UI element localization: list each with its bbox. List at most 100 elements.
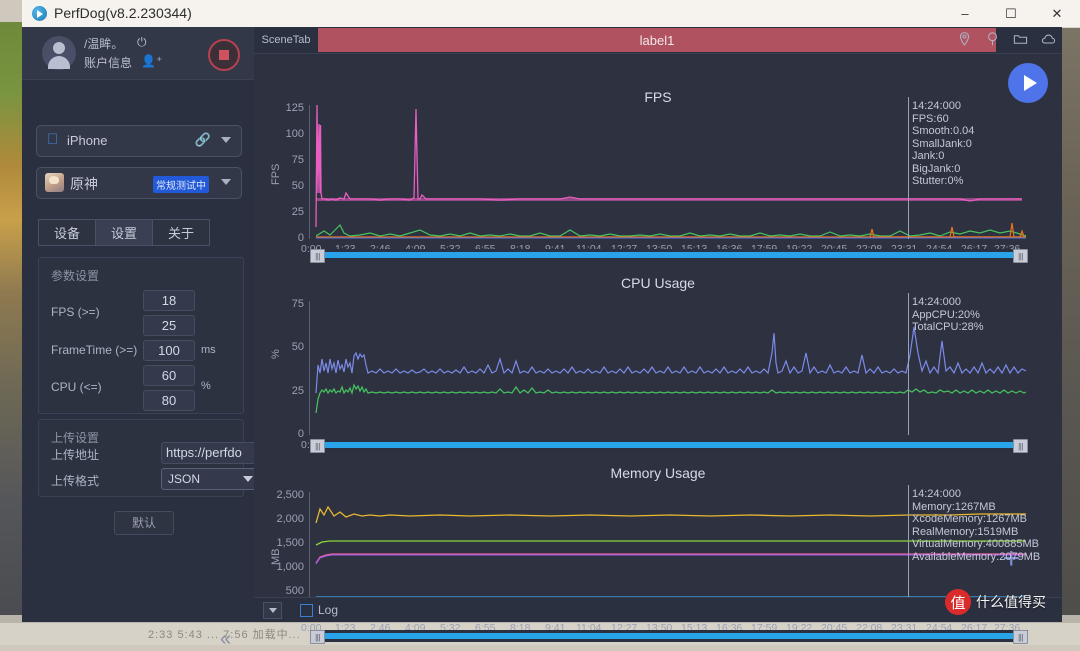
maximize-button[interactable]: ☐ [988,0,1034,27]
memory-annot-l-5: AvailableMemory:2079MB [912,550,1041,563]
main-panel: SceneTab label1 + FPS FPS 125 100 75 50 [254,27,1062,644]
memory-annot-l-1: Memory:1267MB [912,500,996,513]
fps-annot-l-0: 14:24:000 [912,100,961,112]
tab-settings[interactable]: 设置 [95,219,152,246]
cloud-icon[interactable] [1041,31,1056,47]
upload-panel-title: 上传设置 [51,431,100,445]
memory-annot-l-0: 14:24:000 [912,488,961,500]
upload-format-label: 上传格式 [51,474,100,488]
upload-format-value: JSON [168,472,201,486]
memory-ytick-2500: 2,500 [276,489,304,501]
fps-annot-l-5: BigJank:0 [912,162,961,175]
fps-threshold-label: FPS (>=) [51,305,100,319]
chevron-down-icon[interactable] [221,137,231,143]
memory-scroll-handle-left[interactable]: ||| [310,630,325,644]
chevron-down-icon[interactable] [221,179,231,185]
fps-ytick-50: 50 [291,180,304,192]
marker-icon[interactable] [985,31,1000,47]
cpu-cursor-left[interactable] [908,293,909,435]
memory-annot-l-3: RealMemory:1519MB [912,525,1019,538]
account-bar: /温眸。 ⏻ 账户信息 👤⁺ [22,27,254,80]
cpu-annot-l-0: 14:24:000 [912,296,961,308]
fps-ytick-25: 25 [291,206,304,218]
frametime-unit: ms [201,344,216,356]
title-bar: PerfDog(v8.2.230344) – ☐ ✕ [22,0,1080,28]
tab-about[interactable]: 关于 [152,219,210,246]
memory-chart: Memory Usage MB 2,500 2,000 1,500 1,000 … [254,437,1062,634]
avatar[interactable] [42,36,76,70]
log-checkbox[interactable] [300,604,313,617]
memory-ytick-1000: 1,000 [276,561,304,573]
label-tab[interactable]: label1 [318,28,996,52]
chevron-down-icon [243,476,253,482]
memory-scroll-track[interactable] [323,633,1015,639]
fps-annot-l-2: Smooth:0.04 [912,125,975,137]
app-selector[interactable]: 原神 常规测试中 [36,167,242,199]
upload-format-select[interactable]: JSON [161,468,261,490]
fps-ytick-125: 125 [285,102,304,114]
sidebar-tabs: 设备 设置 关于 [38,219,210,246]
fps-annot-l-1: FPS:60 [912,112,949,125]
account-info-label[interactable]: 账户信息 [84,54,132,71]
cpu-chart: CPU Usage % 75 50 25 0 14:24:000 AppCPU:… [254,249,1062,451]
fps-threshold-input-2[interactable]: 25 [143,315,195,336]
fps-annot-l-3: SmallJank:0 [912,137,972,150]
memory-scrollbar[interactable]: ||| ||| [310,630,1028,644]
power-icon[interactable]: ⏻ [137,35,147,50]
cpu-threshold-input-2[interactable]: 80 [143,390,195,411]
fps-cursor-left[interactable] [908,97,909,239]
cpu-ytick-50: 50 [291,341,304,353]
memory-annotation-left: 14:24:000 Memory:1267MB XcodeMemory:1267… [912,488,1040,563]
param-panel: 参数设置 FPS (>=) 18 25 FrameTime (>=) 100 m… [38,257,244,414]
account-name: /温眸。 [84,35,123,52]
cpu-threshold-input-1[interactable]: 60 [143,365,195,386]
fps-threshold-input-1[interactable]: 18 [143,290,195,311]
memory-scroll-handle-right[interactable]: ||| [1013,630,1028,644]
scene-tab[interactable]: SceneTab [257,29,315,51]
fps-chart: FPS FPS 125 100 75 50 25 0 14:24:000 FPS… [254,53,1062,255]
default-button[interactable]: 默认 [114,511,174,535]
device-label: iPhone [67,133,108,148]
top-icon-group [957,31,1056,47]
window-title: PerfDog(v8.2.230344) [54,5,192,21]
memory-ytick-1500: 1,500 [276,537,304,549]
perfdog-logo-icon [32,6,47,21]
app-label: 原神 [70,176,98,192]
cpu-unit: % [201,380,211,392]
cpu-ytick-75: 75 [291,298,304,310]
minimize-button[interactable]: – [942,0,988,27]
log-label: Log [318,603,339,617]
frametime-threshold-input[interactable]: 100 [143,340,195,361]
watermark: 值 什么值得买 [945,589,1046,615]
game-icon [45,173,64,192]
name-text: 温眸 [87,37,112,51]
memory-ytick-500: 500 [285,585,304,597]
desktop-right-window [1062,22,1080,622]
fps-ytick-0: 0 [297,232,304,244]
watermark-text: 什么值得买 [976,594,1046,610]
upload-address-input[interactable]: https://perfdo [161,442,259,464]
location-pin-icon[interactable] [957,31,972,47]
screen: 2:33 5:43 ... 7:56 加载中... PerfDog(v8.2.2… [0,0,1080,650]
status-badge: 常规测试中 [153,176,209,193]
sidebar: /温眸。 ⏻ 账户信息 👤⁺  iPhone 🔗 原神 常规测试中 设 [22,27,261,650]
fps-annot-l-6: Stutter:0% [912,175,964,187]
cpu-annotation-left: 14:24:000 AppCPU:20% TotalCPU:28% [912,296,984,334]
memory-annot-l-4: VirtualMemory:400885MB [912,538,1039,550]
record-stop-button[interactable] [208,39,240,71]
window-controls: – ☐ ✕ [942,0,1080,27]
param-panel-title: 参数设置 [51,269,100,283]
fps-ytick-100: 100 [285,128,304,140]
folder-icon[interactable] [1013,31,1028,47]
close-button[interactable]: ✕ [1034,0,1080,27]
cpu-chart-title: CPU Usage [621,275,695,291]
chevron-double-left-icon[interactable]: « [220,628,231,651]
chevron-down-icon[interactable] [263,602,282,619]
fps-annot-l-4: Jank:0 [912,150,945,162]
tab-device[interactable]: 设备 [38,219,95,246]
watermark-icon: 值 [945,589,971,615]
device-selector[interactable]:  iPhone 🔗 [36,125,242,157]
usb-link-icon[interactable]: 🔗 [195,132,211,148]
upload-address-label: 上传地址 [51,448,100,462]
user-add-icon[interactable]: 👤⁺ [141,54,162,68]
